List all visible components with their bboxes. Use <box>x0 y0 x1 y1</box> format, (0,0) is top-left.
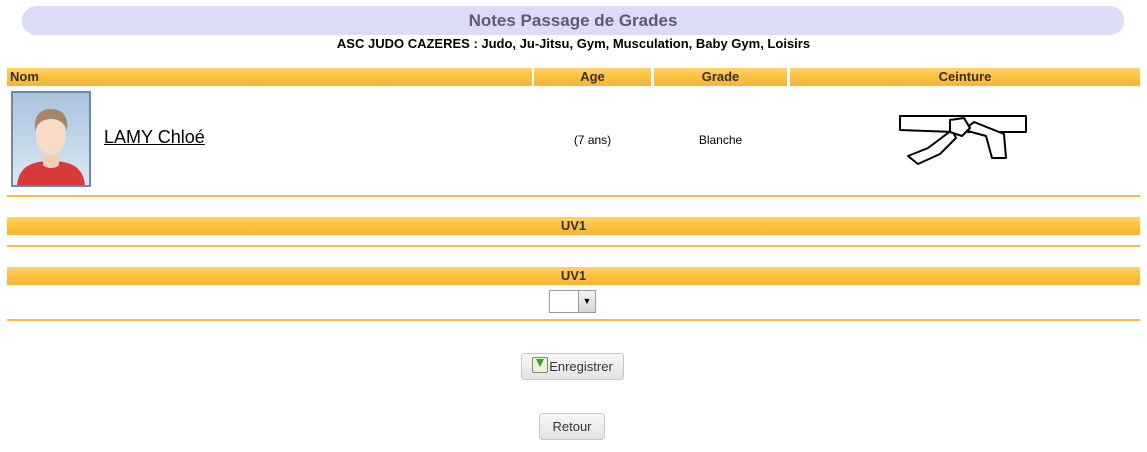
header-belt: Ceinture <box>790 68 1140 86</box>
chevron-down-icon[interactable]: ▼ <box>578 291 595 312</box>
header-age-label: Age <box>580 69 605 84</box>
header-belt-label: Ceinture <box>938 69 992 84</box>
header-grade: Grade <box>654 68 787 86</box>
student-grade: Blanche <box>698 133 743 147</box>
save-download-icon <box>532 357 549 373</box>
white-belt-icon <box>898 112 1030 168</box>
section-divider <box>7 245 1140 247</box>
header-grade-label: Grade <box>701 69 740 84</box>
section-uv1-header-2: UV1 <box>7 267 1140 285</box>
club-subtitle: ASC JUDO CAZERES : Judo, Ju-Jitsu, Gym, … <box>336 36 811 51</box>
student-name-link[interactable]: LAMY Chloé <box>104 126 205 148</box>
save-button-label: Enregistrer <box>549 359 613 374</box>
row-divider <box>7 195 1140 197</box>
section-uv1-label: UV1 <box>560 218 587 233</box>
uv1-grade-select[interactable]: ▼ <box>549 290 596 313</box>
avatar-person-icon <box>17 109 85 185</box>
page-title: Notes Passage de Grades <box>22 6 1124 35</box>
back-button[interactable]: Retour <box>539 413 605 440</box>
save-button[interactable]: Enregistrer <box>521 353 624 380</box>
header-name-label: Nom <box>10 69 39 84</box>
student-age: (7 ans) <box>573 133 612 147</box>
avatar <box>11 91 91 187</box>
section-uv1-label-2: UV1 <box>560 268 587 283</box>
back-button-label: Retour <box>552 419 592 434</box>
section-uv1-header: UV1 <box>7 217 1140 235</box>
section-divider-2 <box>7 319 1140 321</box>
header-age: Age <box>534 68 651 86</box>
header-name: Nom <box>7 68 532 86</box>
